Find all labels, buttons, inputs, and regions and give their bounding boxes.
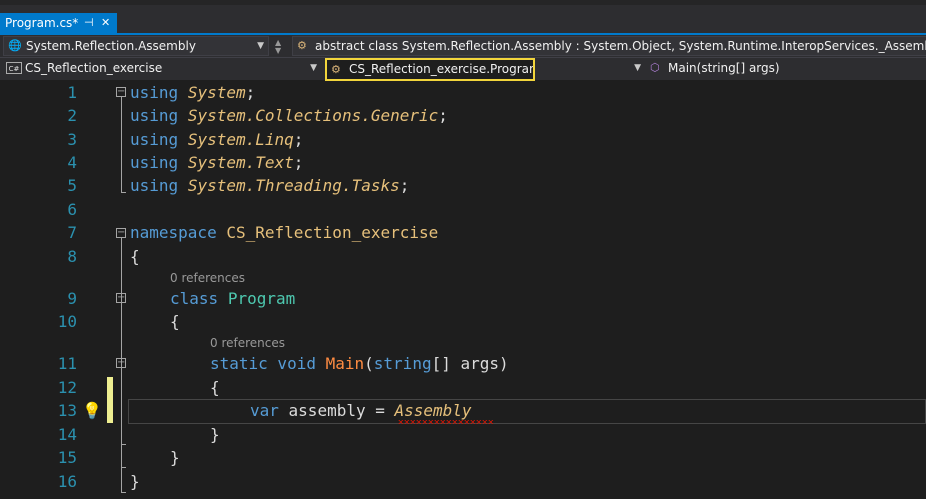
code-line: 2 using System.Collections.Generic; [0,104,926,127]
class-icon: ⚙ [297,39,307,52]
code-line: 11 static void Main(string[] args) [0,352,926,375]
code-line: 5 using System.Threading.Tasks; [0,174,926,197]
punct: ( [364,354,374,373]
keyword: using [130,153,179,172]
brace: { [210,378,220,397]
codelens-references[interactable]: 0 references [210,336,285,350]
punct: ; [399,176,410,195]
spin-arrows-icon[interactable]: ▲ ▼ [275,39,281,55]
navigation-bar-top: 🌐 System.Reflection.Assembly ▼ ▲ ▼ ⚙ abst… [0,35,926,58]
line-number: 6 [67,200,77,219]
code-line: 9 class Program [0,287,926,310]
class-name: Program [227,289,296,308]
keyword: using [130,130,179,149]
code-line: 7 namespace CS_Reflection_exercise [0,221,926,244]
line-number: 11 [57,354,77,373]
chevron-down-icon: ▼ [257,41,264,51]
brace: { [170,312,180,331]
method-name: Main [325,354,365,373]
line-number: 9 [67,289,77,308]
line-number: 8 [67,247,77,266]
keyword: using [130,176,179,195]
globe-icon: 🌐 [8,39,22,52]
method-icon: ⬡ [650,61,660,74]
line-number: 1 [67,83,77,102]
codelens-references[interactable]: 0 references [170,271,245,285]
chevron-down-icon: ▼ [310,63,317,73]
line-number: 2 [67,106,77,125]
punct: ; [438,106,448,125]
keyword: using [130,106,179,125]
punct: ; [293,130,304,149]
document-tab-strip: Program.cs* ⊣ ✕ [0,0,926,35]
line-number: 4 [67,153,77,172]
keyword: var [250,401,279,420]
keyword: static void [210,354,316,373]
line-number: 7 [67,223,77,242]
line-number: 3 [67,130,77,149]
title-bar-edge [0,0,926,5]
class-dropdown-label: CS_Reflection_exercise.Program [349,62,535,76]
lightbulb-icon[interactable]: 💡 [82,399,102,422]
namespace-ref: System [187,83,246,102]
keyword: class [170,289,219,308]
line-number: 5 [67,176,77,195]
namespace-ref: System.Linq [187,130,294,149]
code-line: 4 using System.Text; [0,151,926,174]
punct: ; [293,153,304,172]
csharp-project-icon: C# [6,62,22,74]
close-icon[interactable]: ✕ [101,13,110,33]
pin-icon[interactable]: ⊣ [84,13,94,33]
project-dropdown[interactable]: C# CS_Reflection_exercise ▼ [3,59,321,79]
namespace-ref: System.Text [187,153,294,172]
assembly-dropdown-label: System.Reflection.Assembly [26,39,196,53]
keyword: using [130,83,179,102]
line-number: 12 [57,378,77,397]
code-line: 15 } [0,446,926,469]
brace: { [130,247,140,266]
project-dropdown-label: CS_Reflection_exercise [25,61,163,75]
line-number: 14 [57,425,77,444]
member-dropdown[interactable]: ⚙ abstract class System.Reflection.Assem… [292,36,926,56]
namespace-ref: System.Collections.Generic [187,106,439,125]
tab-title: Program.cs* [5,16,79,30]
tab-program-cs[interactable]: Program.cs* ⊣ ✕ [0,13,117,33]
method-dropdown[interactable]: ⬡ Main(string[] args) [646,59,926,79]
code-line: 1 using System; [0,81,926,104]
code-line-current: 13 💡 var assembly = Assembly [0,399,926,422]
class-icon: ⚙ [331,63,341,76]
class-dropdown[interactable]: ⚙ CS_Reflection_exercise.Program [325,58,535,81]
brace: } [170,448,180,467]
code-line: 10 { [0,310,926,333]
navigation-bar-bottom: C# CS_Reflection_exercise ▼ ⚙ CS_Reflect… [0,58,926,81]
line-number: 10 [57,312,77,331]
punct: ; [245,83,256,102]
line-number: 15 [57,448,77,467]
code-line: 6 [0,198,926,221]
brace: } [210,425,220,444]
code-line: 8 { [0,245,926,268]
code-line: 12 { [0,376,926,399]
chevron-down-icon: ▼ [634,63,641,73]
code-line: 16 } [0,470,926,493]
namespace-name: CS_Reflection_exercise [226,223,439,242]
namespace-ref: System.Threading.Tasks [187,176,400,195]
brace: } [130,472,140,491]
keyword: namespace [130,223,217,242]
line-number: 16 [57,472,77,491]
method-dropdown-label: Main(string[] args) [668,61,780,75]
assignment: assembly = [278,401,395,420]
class-dropdown-arrow-area[interactable]: ▼ [535,59,645,79]
parameter: [] args) [431,354,509,373]
type-ref: Assembly [394,401,472,420]
keyword: string [373,354,432,373]
code-line: 3 using System.Linq; [0,128,926,151]
code-line: 14 } [0,423,926,446]
code-editor[interactable]: − − − − 1 using System; 2 using System.C… [0,81,926,499]
assembly-dropdown[interactable]: 🌐 System.Reflection.Assembly ▼ [3,36,269,56]
line-number: 13 [57,401,77,420]
member-dropdown-label: abstract class System.Reflection.Assembl… [315,39,926,53]
